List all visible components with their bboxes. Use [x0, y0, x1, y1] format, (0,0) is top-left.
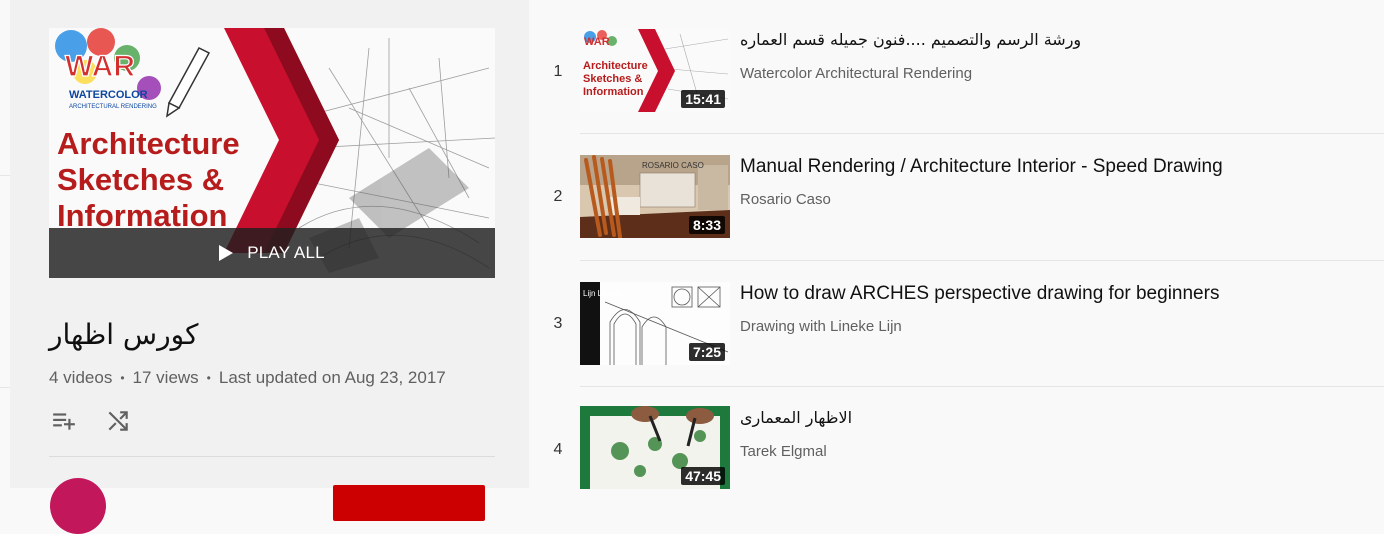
- channel-name[interactable]: Tarek Elgmal: [740, 443, 827, 460]
- logo-text: WAR: [65, 50, 135, 83]
- svg-text:Lijn Lineke: Lijn Lineke: [583, 289, 622, 298]
- channel-avatar[interactable]: [50, 478, 106, 534]
- svg-text:ROSARIO CASO: ROSARIO CASO: [642, 161, 704, 170]
- video-title[interactable]: Manual Rendering / Architecture Interior…: [740, 156, 1223, 178]
- channel-name[interactable]: Watercolor Architectural Rendering: [740, 65, 972, 82]
- playlist-stats: 4 videos • 17 views • Last updated on Au…: [49, 368, 446, 387]
- hero-line-1: Architecture: [57, 126, 240, 161]
- video-duration: 7:25: [688, 343, 725, 361]
- svg-text:Information: Information: [583, 86, 644, 98]
- left-edge: [0, 0, 10, 488]
- view-count: 17 views: [132, 368, 199, 387]
- sidebar-divider: [49, 456, 495, 457]
- video-title[interactable]: ورشة الرسم والتصميم ....فنون جميله قسم ا…: [740, 30, 1081, 49]
- video-title[interactable]: الاظهار المعمارى: [740, 408, 852, 427]
- video-index: 2: [553, 188, 563, 205]
- playlist-title[interactable]: كورس اظهار: [49, 318, 198, 351]
- subscribe-button[interactable]: [333, 485, 485, 521]
- play-all-button[interactable]: PLAY ALL: [49, 228, 495, 278]
- add-to-queue-icon: [53, 413, 75, 430]
- shuffle-icon: [108, 411, 128, 431]
- play-all-label: PLAY ALL: [247, 243, 325, 262]
- video-thumbnail[interactable]: ROSARIO CASO 8:33: [580, 155, 730, 238]
- list-item[interactable]: 3 Lijn Lineke 7:25 How to draw ARCHES pe…: [540, 254, 1384, 387]
- svg-text:WAR: WAR: [584, 36, 610, 48]
- hero-line-2: Sketches &: [57, 162, 224, 197]
- video-count: 4 videos: [49, 368, 113, 387]
- svg-text:ARCHITECTURAL RENDERING: ARCHITECTURAL RENDERING: [69, 104, 157, 110]
- add-to-queue-button[interactable]: [49, 406, 79, 436]
- playlist-actions: [49, 406, 133, 436]
- play-icon: [219, 245, 234, 261]
- video-title[interactable]: How to draw ARCHES perspective drawing f…: [740, 283, 1219, 305]
- video-duration: 8:33: [688, 216, 725, 234]
- video-index: 1: [553, 63, 563, 80]
- list-item[interactable]: 2 ROSARIO CASO 8:33 Manual Rendering / A…: [540, 127, 1384, 261]
- video-index: 3: [553, 315, 563, 332]
- video-index: 4: [553, 441, 563, 458]
- channel-name[interactable]: Rosario Caso: [740, 191, 831, 208]
- shuffle-button[interactable]: [103, 406, 133, 436]
- playlist-sidebar: WAR WATERCOLOR ARCHITECTURAL RENDERING A…: [10, 0, 529, 534]
- channel-name[interactable]: Drawing with Lineke Lijn: [740, 318, 902, 335]
- playlist-hero-thumbnail[interactable]: WAR WATERCOLOR ARCHITECTURAL RENDERING A…: [49, 28, 495, 278]
- video-thumbnail[interactable]: 47:45: [580, 406, 730, 489]
- video-thumbnail[interactable]: Lijn Lineke 7:25: [580, 282, 730, 365]
- video-duration: 15:41: [681, 90, 725, 108]
- list-item[interactable]: 1 WAR Architecture Sketches & Informatio…: [540, 0, 1384, 134]
- svg-text:Architecture: Architecture: [583, 60, 648, 72]
- svg-text:WATERCOLOR: WATERCOLOR: [69, 89, 148, 101]
- video-duration: 47:45: [681, 467, 725, 485]
- playlist-video-list: 1 WAR Architecture Sketches & Informatio…: [540, 0, 1384, 489]
- svg-text:Sketches &: Sketches &: [583, 73, 642, 85]
- last-updated: Last updated on Aug 23, 2017: [218, 368, 446, 387]
- video-thumbnail[interactable]: WAR Architecture Sketches & Information …: [580, 29, 730, 112]
